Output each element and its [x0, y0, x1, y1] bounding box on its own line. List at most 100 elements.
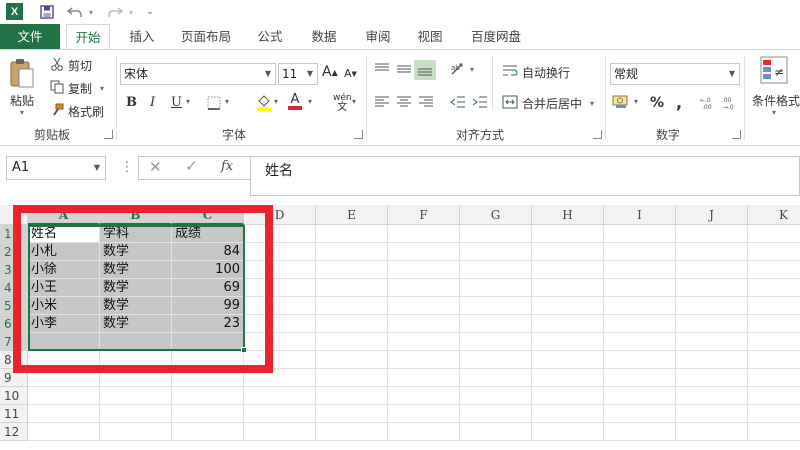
grid-cell[interactable]: 小徐 — [28, 261, 100, 279]
grid-cell[interactable] — [316, 261, 388, 279]
formula-input[interactable]: 姓名 — [250, 156, 800, 196]
tab-review[interactable]: 审阅 — [358, 24, 398, 49]
font-color-button[interactable]: A — [288, 93, 302, 110]
grid-cell[interactable] — [244, 405, 316, 423]
grid-cell[interactable] — [28, 423, 100, 441]
grid-cell[interactable] — [532, 315, 604, 333]
row-header-5[interactable]: 5 — [0, 297, 28, 315]
grid-cell[interactable] — [244, 261, 316, 279]
percent-button[interactable]: % — [650, 95, 664, 111]
grid-cell[interactable] — [460, 297, 532, 315]
grid-cell[interactable] — [604, 423, 676, 441]
fill-color-dropdown-icon[interactable]: ▾ — [274, 97, 278, 106]
grid-cell[interactable] — [748, 243, 800, 261]
row-header-12[interactable]: 12 — [0, 423, 28, 441]
grid-cell[interactable] — [460, 261, 532, 279]
customize-toolbar-icon[interactable]: ⌄ — [144, 3, 156, 21]
font-name-select[interactable]: 宋体 ▼ — [120, 63, 276, 85]
grid-cell[interactable] — [748, 279, 800, 297]
grid-cell[interactable] — [532, 279, 604, 297]
grid-cell[interactable] — [316, 387, 388, 405]
grid-cell[interactable] — [100, 351, 172, 369]
grid-cell[interactable] — [460, 279, 532, 297]
conditional-dropdown-icon[interactable]: ▾ — [772, 108, 776, 117]
undo-icon[interactable] — [66, 3, 84, 21]
grid-cell[interactable] — [676, 243, 748, 261]
grid-cell[interactable] — [388, 405, 460, 423]
font-color-dropdown-icon[interactable]: ▾ — [308, 97, 312, 106]
tab-insert[interactable]: 插入 — [120, 24, 164, 49]
grid-cell[interactable] — [748, 351, 800, 369]
column-header-b[interactable]: B — [100, 205, 172, 225]
grid-cell[interactable] — [388, 351, 460, 369]
redo-dropdown-icon[interactable]: ▾ — [126, 3, 136, 21]
conditional-formatting-button[interactable]: 条件格式 — [752, 92, 800, 109]
grid-cell[interactable] — [28, 351, 100, 369]
grid-cell[interactable] — [460, 423, 532, 441]
grid-cell[interactable] — [460, 225, 532, 243]
currency-dropdown-icon[interactable]: ▾ — [634, 97, 638, 106]
align-middle-icon[interactable] — [396, 62, 412, 76]
grid-cell[interactable] — [604, 333, 676, 351]
grid-cell[interactable] — [316, 315, 388, 333]
grid-cell[interactable] — [748, 225, 800, 243]
grid-cell[interactable]: 数学 — [100, 297, 172, 315]
align-left-icon[interactable] — [374, 95, 390, 109]
grid-cell[interactable] — [388, 243, 460, 261]
row-header-7[interactable]: 7 — [0, 333, 28, 351]
align-top-icon[interactable] — [374, 62, 390, 76]
chevron-down-icon[interactable]: ▼ — [94, 157, 100, 179]
grid-cell[interactable] — [676, 279, 748, 297]
grid-cell[interactable] — [244, 315, 316, 333]
conditional-formatting-icon[interactable]: ≠ — [760, 56, 788, 86]
row-header-1[interactable]: 1 — [0, 225, 28, 243]
grid-cell[interactable] — [676, 387, 748, 405]
grid-cell[interactable] — [244, 423, 316, 441]
tab-file[interactable]: 文件 — [0, 24, 60, 49]
grid-cell[interactable] — [316, 333, 388, 351]
grid-cell[interactable] — [676, 405, 748, 423]
grid-cell[interactable] — [532, 297, 604, 315]
grid-cell[interactable] — [748, 261, 800, 279]
grid-cell[interactable]: 数学 — [100, 279, 172, 297]
grid-cell[interactable] — [388, 387, 460, 405]
wrap-text-button[interactable]: 自动换行 — [502, 63, 570, 81]
decrease-decimal-icon[interactable]: .00 →.0 — [722, 96, 740, 110]
grid-cell[interactable] — [316, 423, 388, 441]
align-bottom-icon[interactable] — [414, 60, 436, 80]
column-header-i[interactable]: I — [604, 205, 676, 225]
phonetic-button[interactable]: wén 文 — [333, 93, 352, 113]
grid-cell[interactable] — [460, 369, 532, 387]
grid-cell[interactable] — [388, 297, 460, 315]
grid-cell[interactable] — [532, 369, 604, 387]
tab-home[interactable]: 开始 — [66, 24, 110, 50]
grid-cell[interactable] — [244, 279, 316, 297]
grid-cell[interactable]: 小米 — [28, 297, 100, 315]
grid-cell[interactable] — [388, 423, 460, 441]
column-header-d[interactable]: D — [244, 205, 316, 225]
currency-format-icon[interactable] — [612, 94, 632, 110]
grid-cell[interactable] — [244, 225, 316, 243]
grid-cell[interactable] — [460, 405, 532, 423]
grid-cell[interactable] — [676, 297, 748, 315]
grid-cell[interactable] — [532, 351, 604, 369]
font-size-select[interactable]: 11 ▼ — [278, 63, 318, 85]
grid-cell[interactable] — [388, 333, 460, 351]
grid-cell[interactable] — [172, 405, 244, 423]
grid-cell[interactable] — [172, 387, 244, 405]
confirm-icon[interactable]: ✓ — [185, 157, 198, 175]
column-header-e[interactable]: E — [316, 205, 388, 225]
grid-cell[interactable] — [316, 297, 388, 315]
grid-cell[interactable] — [604, 279, 676, 297]
column-header-k[interactable]: K — [748, 205, 800, 225]
grid-cell[interactable] — [748, 423, 800, 441]
number-format-select[interactable]: 常规 ▼ — [610, 63, 740, 85]
grid-cell[interactable] — [460, 387, 532, 405]
row-header-4[interactable]: 4 — [0, 279, 28, 297]
insert-function-icon[interactable]: fx — [221, 159, 233, 174]
grid-cell[interactable] — [172, 423, 244, 441]
fill-handle[interactable] — [241, 347, 247, 353]
grid-cell[interactable] — [172, 351, 244, 369]
active-cell[interactable]: 姓名 — [28, 225, 100, 243]
alignment-launcher-icon[interactable] — [593, 130, 602, 139]
